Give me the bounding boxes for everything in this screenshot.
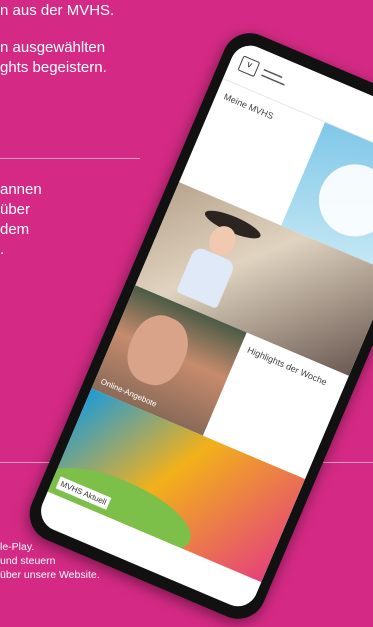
logo-wordmark: ▬▬▬▬ ▬▬▬▬▬ <box>260 66 286 88</box>
bg-line: ghts begeistern. <box>0 59 107 76</box>
divider-top <box>0 158 140 159</box>
bg-line: n ausgewählten <box>0 39 106 56</box>
bg-paragraph-3: annen über dem . <box>0 180 42 260</box>
dress-shape <box>175 245 237 309</box>
bg-paragraph-2: n ausgewählten ghts begeistern. <box>0 38 107 78</box>
footer-line: über unsere Website. <box>0 569 100 581</box>
avatar-icon <box>308 153 373 248</box>
phone-mockup: V ▬▬▬▬▬▬▬▬▬ Meine MVHS Online-Angebote <box>20 24 373 627</box>
phone-screen: V ▬▬▬▬▬▬▬▬▬ Meine MVHS Online-Angebote <box>34 39 373 613</box>
bg-line: über <box>0 201 31 218</box>
mvhs-logo-icon: V <box>237 55 261 78</box>
bg-paragraph-1: n aus der MVHS. <box>0 1 114 21</box>
bg-line: dem <box>0 221 30 238</box>
bg-line: annen <box>0 181 42 198</box>
portrait-shape <box>118 307 198 394</box>
bg-line: n aus der MVHS. <box>0 2 115 19</box>
bg-line: . <box>0 241 5 258</box>
